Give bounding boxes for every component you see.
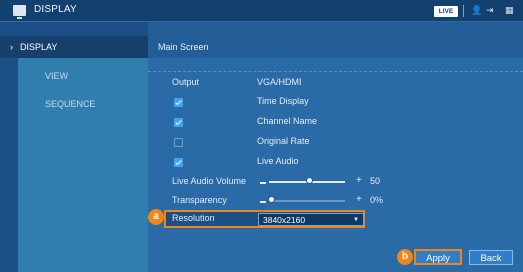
transparency-label: Transparency: [172, 195, 227, 205]
apply-button[interactable]: Apply: [414, 249, 462, 265]
channel-name-checkbox[interactable]: [174, 118, 183, 127]
transparency-slider-handle[interactable]: [268, 196, 275, 203]
channel-name-label: Channel Name: [257, 116, 318, 126]
resolution-label: Resolution: [172, 213, 215, 223]
volume-increase-button[interactable]: +: [356, 175, 362, 186]
callout-marker-b: b: [397, 249, 413, 265]
live-audio-checkbox[interactable]: [174, 158, 183, 167]
logout-icon[interactable]: ⇥: [486, 4, 494, 16]
display-settings-window: DISPLAY LIVE 👤 ⇥ ▦ › DISPLAY VIEW SEQUEN…: [0, 0, 523, 272]
original-rate-checkbox[interactable]: [174, 138, 183, 147]
output-value: VGA/HDMI: [257, 77, 302, 87]
transparency-decrease-button[interactable]: [260, 201, 266, 203]
resolution-row-highlight: Resolution 3840x2160 ▼: [164, 210, 365, 228]
output-label: Output: [172, 77, 200, 87]
sidebar-item-display[interactable]: › DISPLAY: [0, 36, 148, 58]
user-icon[interactable]: 👤: [471, 4, 482, 16]
volume-value: 50: [370, 176, 381, 186]
sidebar-item-label: SEQUENCE: [45, 99, 96, 109]
sidebar-item-label: VIEW: [45, 71, 69, 81]
chevron-right-icon: ›: [10, 42, 13, 52]
volume-slider-handle[interactable]: [306, 177, 313, 184]
resolution-dropdown[interactable]: 3840x2160 ▼: [258, 213, 364, 226]
live-audio-volume-label: Live Audio Volume: [172, 176, 247, 186]
page-title: Main Screen: [158, 42, 209, 52]
main-panel: Main Screen Output VGA/HDMI Time Display…: [148, 22, 523, 272]
titlebar-divider: [463, 5, 464, 17]
grid-menu-icon[interactable]: ▦: [505, 4, 514, 16]
dropdown-arrow-icon: ▼: [353, 217, 359, 223]
back-button[interactable]: Back: [469, 250, 513, 265]
title-bar: DISPLAY LIVE 👤 ⇥ ▦: [0, 0, 523, 22]
sidebar: › DISPLAY VIEW SEQUENCE: [0, 22, 148, 272]
sidebar-item-view[interactable]: VIEW: [0, 65, 148, 87]
live-button[interactable]: LIVE: [434, 6, 458, 17]
resolution-selected-value: 3840x2160: [263, 215, 306, 225]
original-rate-label: Original Rate: [257, 136, 310, 146]
sidebar-item-sequence[interactable]: SEQUENCE: [0, 93, 148, 115]
time-display-label: Time Display: [257, 96, 309, 106]
time-display-checkbox[interactable]: [174, 98, 183, 107]
sidebar-submenu-panel: [18, 58, 148, 272]
section-divider: [148, 71, 523, 72]
monitor-icon: [13, 5, 26, 19]
transparency-value: 0%: [370, 195, 384, 205]
main-header: Main Screen: [148, 22, 523, 58]
transparency-increase-button[interactable]: +: [356, 194, 362, 205]
window-title: DISPLAY: [34, 4, 77, 15]
volume-decrease-button[interactable]: [260, 182, 266, 184]
live-audio-label: Live Audio: [257, 156, 299, 166]
callout-marker-a: a: [148, 209, 164, 225]
transparency-slider-track[interactable]: [269, 200, 345, 202]
sidebar-item-label: DISPLAY: [20, 42, 58, 52]
